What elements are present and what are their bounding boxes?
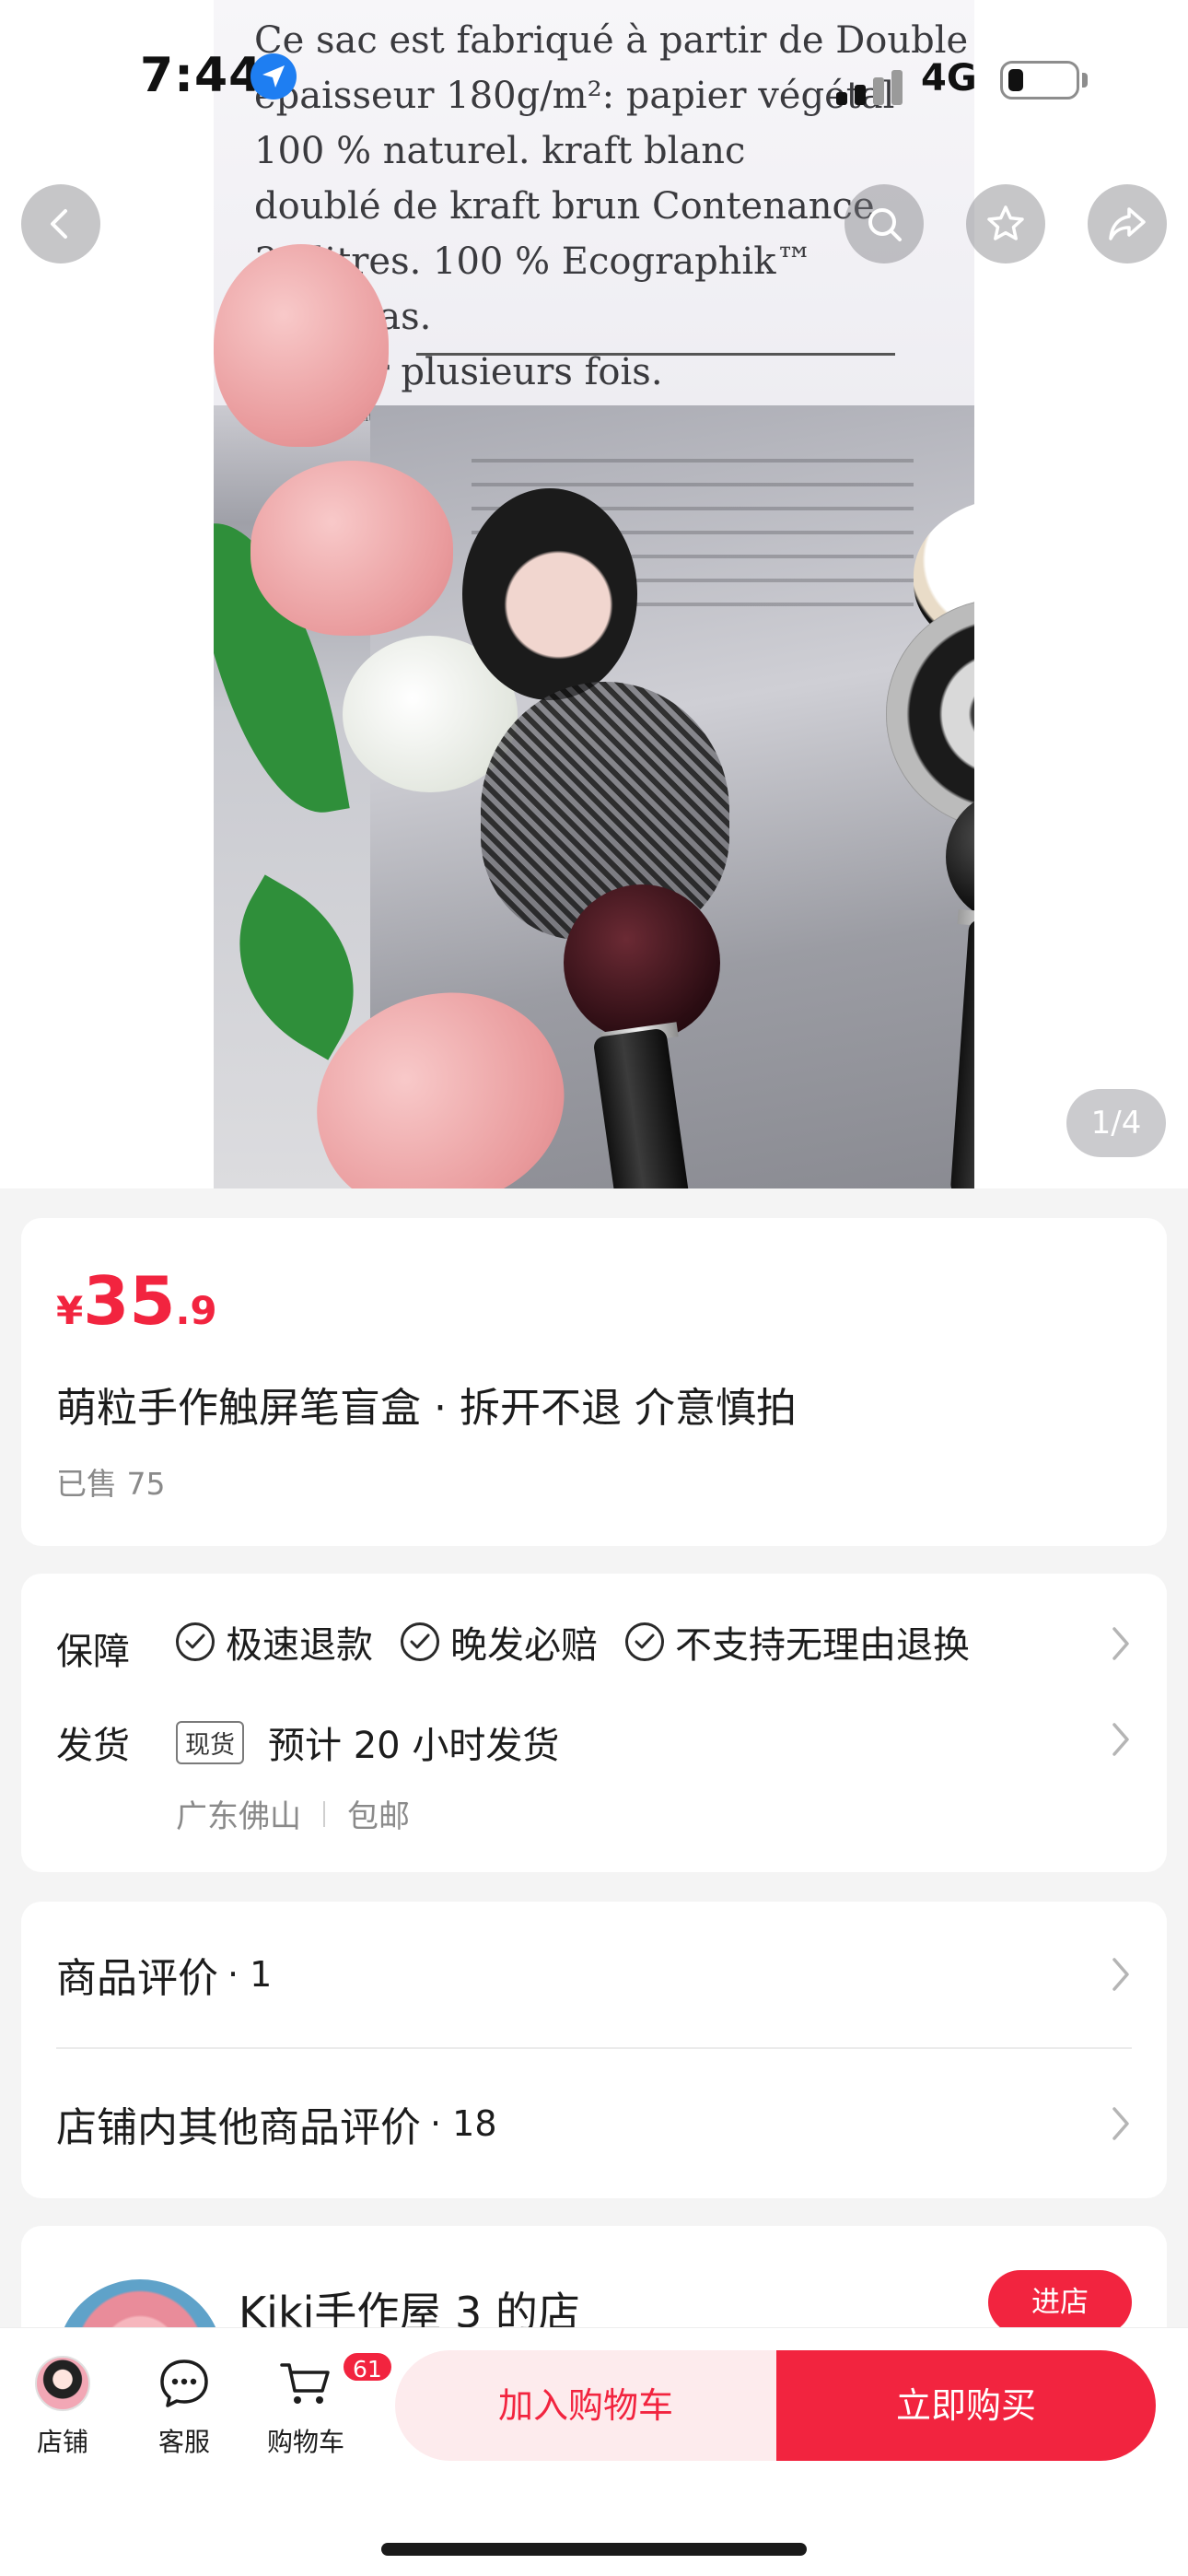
guarantee-text: 极速退款: [226, 1624, 373, 1667]
shop-tab-label: 店铺: [36, 2427, 88, 2457]
guarantee-row[interactable]: 极速退款 晚发必赔 不支持无理由退换: [176, 1614, 970, 1669]
shipping-row[interactable]: 现货 预计 20 小时发货: [176, 1715, 559, 1769]
share-arrow-icon: [1109, 207, 1146, 240]
favorite-button[interactable]: [966, 184, 1045, 263]
network-type: 4G: [921, 57, 977, 100]
chat-bubble-icon: [160, 2359, 208, 2407]
shop-reviews-count: · 18: [430, 2103, 497, 2144]
stock-tag: 现货: [176, 1720, 244, 1764]
check-circle-icon: [176, 1622, 215, 1661]
guarantee-item: 晚发必赔: [401, 1615, 598, 1669]
photo-tulip: [214, 244, 389, 447]
photo-divider: [416, 353, 895, 356]
postage: 包邮: [347, 1798, 410, 1835]
shop-tab[interactable]: 店铺: [12, 2356, 113, 2459]
price-integer: 35: [83, 1262, 176, 1340]
back-button[interactable]: [21, 184, 100, 263]
shop-avatar-icon: [35, 2356, 90, 2411]
star-icon: [987, 205, 1024, 240]
chevron-left-icon: [51, 209, 67, 239]
shipping-time: 预计 20 小时发货: [268, 1725, 560, 1767]
guarantee-label: 保障: [56, 1631, 130, 1673]
product-title: 萌粒手作触屏笔盲盒 · 拆开不退 介意慎拍: [56, 1385, 797, 1432]
chevron-right-icon: [1112, 2107, 1129, 2140]
battery-icon: [1000, 61, 1079, 100]
home-indicator: [381, 2543, 807, 2556]
guarantee-item: 不支持无理由退换: [625, 1615, 970, 1669]
guarantee-text: 晚发必赔: [450, 1624, 598, 1667]
divider: [323, 1800, 325, 1827]
guarantee-item: 极速退款: [176, 1615, 373, 1669]
cart-tab-label: 购物车: [266, 2427, 344, 2457]
buy-now-button[interactable]: 立即购买: [776, 2350, 1156, 2461]
customer-service-tab[interactable]: 客服: [134, 2356, 235, 2459]
product-image-carousel[interactable]: Ce sac est fabriqué à partir de Double é…: [0, 0, 1188, 1188]
reviews-card: 商品评价 · 1 店铺内其他商品评价 · 18: [21, 1902, 1167, 2198]
cart-tab[interactable]: 61 购物车: [255, 2350, 394, 2459]
price-decimal: .9: [175, 1288, 217, 1333]
chevron-right-icon[interactable]: [1110, 1625, 1132, 1662]
shop-reviews-row[interactable]: 店铺内其他商品评价 · 18: [56, 2050, 1132, 2197]
search-button[interactable]: [844, 184, 924, 263]
battery-tip: [1082, 73, 1088, 88]
product-price: ¥35.9: [56, 1262, 217, 1340]
add-to-cart-button[interactable]: 加入购物车: [395, 2350, 776, 2461]
product-reviews-label: 商品评价: [56, 1955, 218, 2002]
status-bar: 7:44 4G: [0, 0, 1188, 157]
cart-count-badge: 61: [341, 2350, 394, 2383]
customer-service-label: 客服: [157, 2427, 210, 2457]
image-pager-indicator: 1/4: [1066, 1089, 1166, 1157]
check-circle-icon: [625, 1622, 664, 1661]
cellular-signal-icon: [836, 68, 906, 105]
chevron-right-icon: [1112, 1958, 1129, 1991]
search-icon: [868, 208, 902, 241]
location-arrow-icon: [250, 53, 297, 100]
price-currency: ¥: [56, 1288, 84, 1333]
bottom-action-bar: 店铺 客服 61 购物车 加入购物车 立即购买: [0, 2327, 1188, 2576]
shopping-cart-icon: [280, 2363, 330, 2404]
guarantee-text: 不支持无理由退换: [675, 1624, 970, 1667]
shipping-label: 发货: [56, 1725, 130, 1767]
ship-origin: 广东佛山: [176, 1798, 301, 1835]
enter-shop-button[interactable]: 进店: [988, 2270, 1132, 2335]
sold-count: 已售 75: [56, 1466, 166, 1502]
chevron-right-icon[interactable]: [1110, 1721, 1132, 1758]
price-card: ¥35.9 萌粒手作触屏笔盲盒 · 拆开不退 介意慎拍 已售 75: [21, 1218, 1167, 1546]
check-circle-icon: [401, 1622, 439, 1661]
status-time: 7:44: [140, 48, 263, 103]
product-photo: Ce sac est fabriqué à partir de Double é…: [214, 0, 974, 1188]
share-button[interactable]: [1088, 184, 1167, 263]
service-card: 保障 极速退款 晚发必赔 不支持无理由退换 发货 现货 预计 20 小时发货 广…: [21, 1574, 1167, 1872]
photo-tulip: [250, 461, 453, 636]
product-reviews-count: · 1: [227, 1954, 273, 1995]
shop-reviews-label: 店铺内其他商品评价: [56, 2104, 421, 2151]
shipping-details: 广东佛山 包邮: [176, 1791, 410, 1836]
product-reviews-row[interactable]: 商品评价 · 1: [56, 1902, 1132, 2049]
